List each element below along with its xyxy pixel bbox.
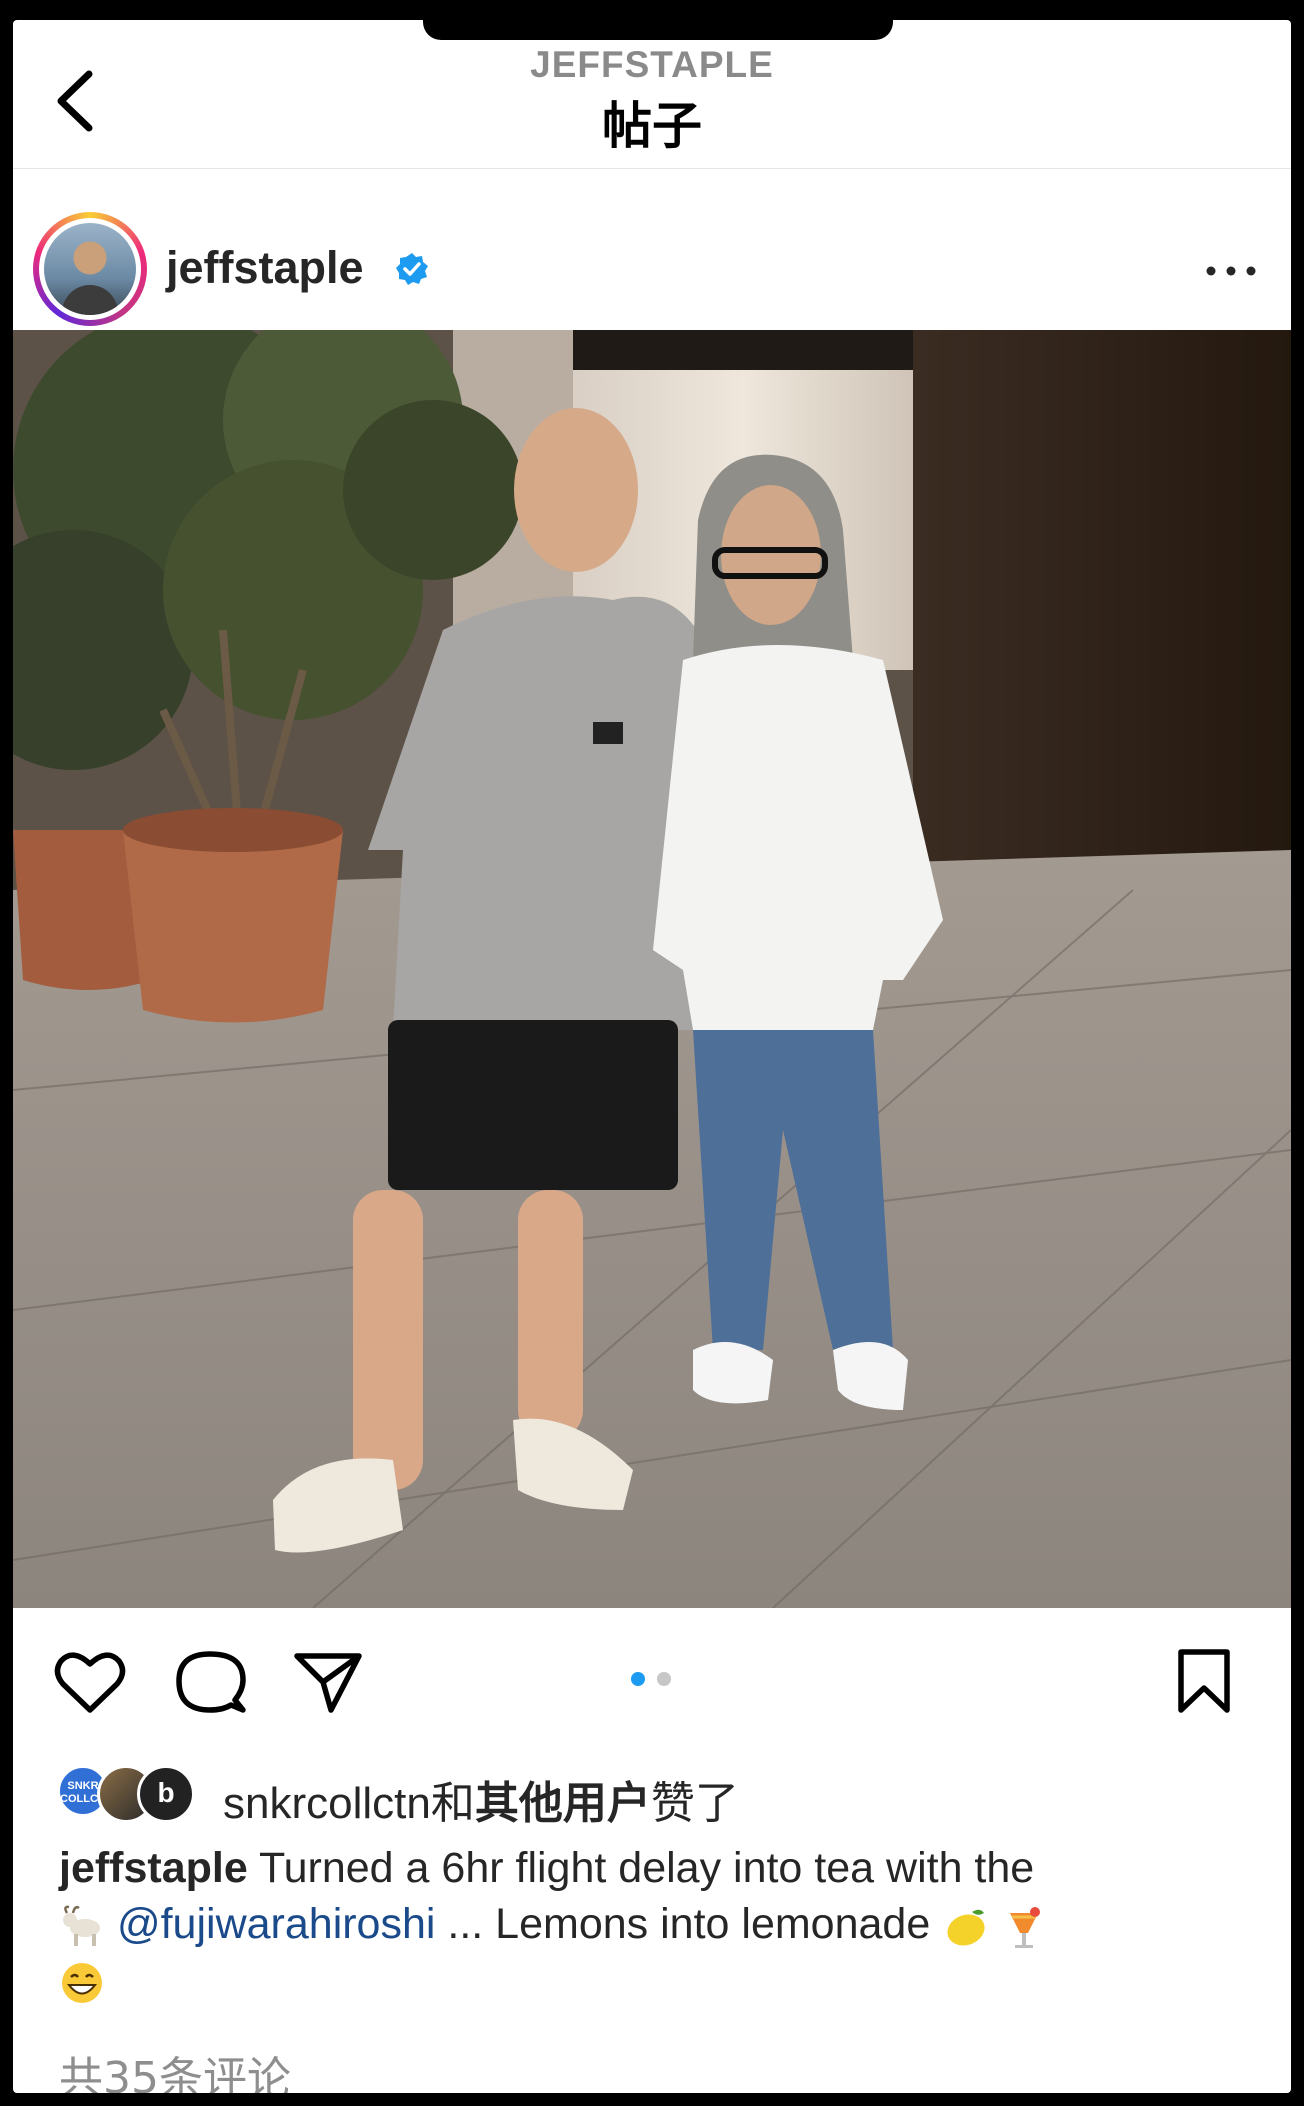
goat-emoji-icon bbox=[63, 1905, 100, 1946]
top-bar: JEFFSTAPLE 帖子 bbox=[13, 20, 1291, 169]
save-button[interactable] bbox=[1171, 1646, 1237, 1716]
grinning-face-emoji-icon bbox=[62, 1962, 102, 2003]
likes-suffix: 赞了 bbox=[650, 1778, 739, 1829]
verified-badge-icon bbox=[396, 253, 428, 285]
other-likers-link[interactable]: 其他用户 bbox=[475, 1778, 651, 1829]
liker-avatar-3: b bbox=[137, 1765, 195, 1823]
post-image bbox=[13, 330, 1291, 1608]
carousel-dot-2 bbox=[657, 1672, 672, 1686]
likes-connector: 和 bbox=[430, 1778, 475, 1829]
likes-summary[interactable]: SNKR COLLCTN b snkrcollctn和其他用户赞了 bbox=[57, 1765, 1257, 1829]
comment-button[interactable] bbox=[173, 1648, 247, 1716]
caption-username[interactable]: jeffstaple bbox=[59, 1844, 248, 1892]
like-button[interactable] bbox=[53, 1648, 127, 1716]
caption-text-2: ... Lemons into lemonade bbox=[435, 1900, 943, 1948]
first-liker-name[interactable]: snkrcollctn bbox=[223, 1779, 431, 1828]
share-button[interactable] bbox=[291, 1648, 365, 1716]
post-username[interactable]: jeffstaple bbox=[166, 242, 364, 294]
post-header: jeffstaple bbox=[13, 170, 1291, 330]
post-caption: jeffstaple Turned a 6hr flight delay int… bbox=[59, 1840, 1239, 2008]
mention-link[interactable]: @fujiwarahiroshi bbox=[117, 1900, 436, 1948]
carousel-indicator bbox=[627, 1672, 675, 1691]
view-comments-link[interactable]: 共35条评论 bbox=[59, 2042, 291, 2093]
more-options-button[interactable] bbox=[1201, 256, 1261, 286]
page-title: 帖子 bbox=[602, 97, 702, 155]
status-notch bbox=[423, 20, 893, 40]
post-actions bbox=[13, 1620, 1291, 1713]
post-screen: JEFFSTAPLE 帖子 jeffstaple SNKR COLLCTN b … bbox=[13, 20, 1291, 2093]
caption-text-1: Turned a 6hr flight delay into tea with … bbox=[247, 1844, 1035, 1892]
carousel-dot-1 bbox=[631, 1672, 645, 1686]
header-account-name: JEFFSTAPLE bbox=[530, 44, 774, 85]
avatar bbox=[44, 223, 136, 315]
lemon-emoji-icon bbox=[947, 1909, 985, 1946]
tropical-drink-emoji-icon bbox=[1010, 1906, 1041, 1948]
post-photo[interactable] bbox=[13, 330, 1291, 1608]
story-ring[interactable] bbox=[33, 212, 147, 326]
